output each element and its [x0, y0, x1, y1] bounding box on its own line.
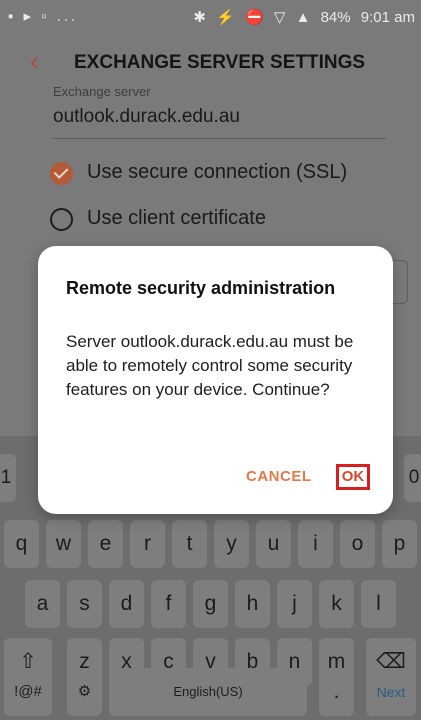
clock: 9:01 am	[360, 9, 415, 26]
page-title: EXCHANGE SERVER SETTINGS	[74, 52, 366, 73]
key-d[interactable]: d	[109, 580, 144, 628]
notification-icons: ▪ ▸ ▫ ...	[8, 8, 79, 25]
wifi-icon: ▽	[273, 9, 286, 26]
status-bar: ▪ ▸ ▫ ... ✱ ⚡ ⛔ ▽ ▲ 84% 9:01 am	[0, 0, 421, 34]
keyboard-settings-icon[interactable]: ⚙	[67, 668, 102, 716]
remote-security-dialog: Remote security administration Server ou…	[38, 246, 393, 514]
key-1[interactable]: 1	[0, 454, 16, 502]
key-g[interactable]: g	[193, 580, 228, 628]
key-j[interactable]: j	[277, 580, 312, 628]
mute-icon: ⚡	[216, 9, 235, 26]
key-r[interactable]: r	[130, 520, 165, 568]
space-key[interactable]: English(US)	[109, 668, 307, 716]
cancel-button[interactable]: CANCEL	[246, 468, 312, 485]
key-t[interactable]: t	[172, 520, 207, 568]
block-icon: ⛔	[244, 9, 264, 26]
next-key[interactable]: Next	[366, 668, 416, 716]
ok-button[interactable]: OK	[336, 464, 370, 490]
exchange-server-input[interactable]: outlook.durack.edu.au	[53, 106, 240, 128]
battery-level: 84%	[320, 9, 351, 26]
key-p[interactable]: p	[382, 520, 417, 568]
dialog-title: Remote security administration	[66, 278, 336, 298]
period-key[interactable]: .	[319, 668, 354, 716]
key-a[interactable]: a	[25, 580, 60, 628]
status-indicators: ✱ ⚡ ⛔ ▽ ▲ 84% 9:01 am	[187, 8, 415, 26]
key-o[interactable]: o	[340, 520, 375, 568]
key-h[interactable]: h	[235, 580, 270, 628]
key-f[interactable]: f	[151, 580, 186, 628]
input-underline	[53, 138, 386, 139]
symbols-key[interactable]: !@#	[4, 668, 52, 716]
key-u[interactable]: u	[256, 520, 291, 568]
exchange-server-label: Exchange server	[53, 84, 151, 99]
key-e[interactable]: e	[88, 520, 123, 568]
ssl-checkbox[interactable]	[50, 162, 73, 185]
key-q[interactable]: q	[4, 520, 39, 568]
client-certificate-label: Use client certificate	[87, 207, 266, 229]
ssl-option-label: Use secure connection (SSL)	[87, 161, 348, 183]
key-k[interactable]: k	[319, 580, 354, 628]
key-y[interactable]: y	[214, 520, 249, 568]
dialog-message: Server outlook.durack.edu.au must be abl…	[66, 332, 354, 399]
key-l[interactable]: l	[361, 580, 396, 628]
app-bar: ‹ EXCHANGE SERVER SETTINGS	[0, 34, 421, 91]
key-s[interactable]: s	[67, 580, 102, 628]
signal-icon: ▲	[295, 9, 311, 26]
key-i[interactable]: i	[298, 520, 333, 568]
back-chevron-icon[interactable]: ‹	[30, 48, 39, 74]
key-w[interactable]: w	[46, 520, 81, 568]
key-0[interactable]: 0	[404, 454, 421, 502]
client-certificate-checkbox[interactable]	[50, 208, 73, 231]
bluetooth-icon: ✱	[193, 9, 206, 26]
